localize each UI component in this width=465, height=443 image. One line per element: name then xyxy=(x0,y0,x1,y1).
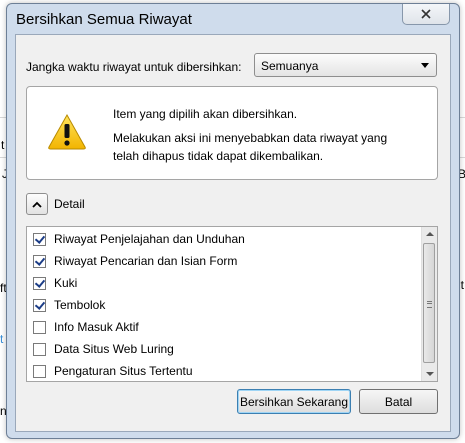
warning-panel: Item yang dipilih akan dibersihkan. Mela… xyxy=(26,86,438,180)
close-button[interactable] xyxy=(402,4,450,25)
bg-text-fragment: t xyxy=(1,138,5,152)
list-item[interactable]: Info Masuk Aktif xyxy=(33,318,139,336)
time-range-label: Jangka waktu riwayat untuk dibersihkan: xyxy=(26,60,242,74)
list-item[interactable]: Pengaturan Situs Tertentu xyxy=(33,362,193,380)
bg-text-fragment: t xyxy=(0,332,4,346)
item-label: Riwayat Pencarian dan Isian Form xyxy=(54,254,238,268)
checkbox[interactable] xyxy=(33,232,46,246)
clear-history-dialog: Bersihkan Semua Riwayat Jangka waktu riw… xyxy=(6,3,460,439)
checkbox[interactable] xyxy=(33,254,46,268)
item-label: Info Masuk Aktif xyxy=(54,320,139,334)
details-label: Detail xyxy=(54,197,85,211)
list-item[interactable]: Riwayat Pencarian dan Isian Form xyxy=(33,252,237,270)
clear-now-button[interactable]: Bersihkan Sekarang xyxy=(237,389,351,414)
warning-line-2: Melakukan aksi ini menyebabkan data riwa… xyxy=(113,131,388,163)
list-scrollbar[interactable] xyxy=(421,227,437,381)
time-range-select[interactable]: Semuanya xyxy=(254,53,437,77)
list-item[interactable]: Tembolok xyxy=(33,296,105,314)
list-item[interactable]: Data Situs Web Luring xyxy=(33,340,174,358)
dialog-body: Jangka waktu riwayat untuk dibersihkan: … xyxy=(15,34,451,432)
title-bar[interactable]: Bersihkan Semua Riwayat xyxy=(7,4,459,36)
details-toggle-button[interactable] xyxy=(26,193,48,215)
warning-triangle-icon xyxy=(48,113,86,150)
checkbox[interactable] xyxy=(33,276,46,290)
grip-icon xyxy=(427,301,432,308)
item-label: Data Situs Web Luring xyxy=(54,342,174,356)
warning-line-1: Item yang dipilih akan dibersihkan. xyxy=(113,107,298,121)
scroll-down-arrow-icon[interactable] xyxy=(426,372,434,376)
item-label: Riwayat Penjelajahan dan Unduhan xyxy=(54,232,245,246)
cancel-button[interactable]: Batal xyxy=(359,389,438,414)
history-items-list: Riwayat Penjelajahan dan Unduhan Riwayat… xyxy=(26,226,438,382)
checkbox[interactable] xyxy=(33,320,46,334)
chevron-up-icon xyxy=(32,201,42,208)
item-label: Tembolok xyxy=(54,298,106,312)
item-label: Pengaturan Situs Tertentu xyxy=(54,364,193,378)
item-label: Kuki xyxy=(54,276,78,290)
scrollbar-thumb[interactable] xyxy=(423,243,435,363)
checkbox[interactable] xyxy=(33,364,46,378)
list-item[interactable]: Kuki xyxy=(33,274,77,292)
list-item[interactable]: Riwayat Penjelajahan dan Unduhan xyxy=(33,230,245,248)
scroll-up-arrow-icon[interactable] xyxy=(426,232,434,236)
checkbox[interactable] xyxy=(33,298,46,312)
checkbox[interactable] xyxy=(33,342,46,356)
close-icon xyxy=(421,9,431,19)
dialog-title: Bersihkan Semua Riwayat xyxy=(16,11,192,28)
time-range-value: Semuanya xyxy=(261,59,319,73)
chevron-down-icon xyxy=(421,63,429,68)
